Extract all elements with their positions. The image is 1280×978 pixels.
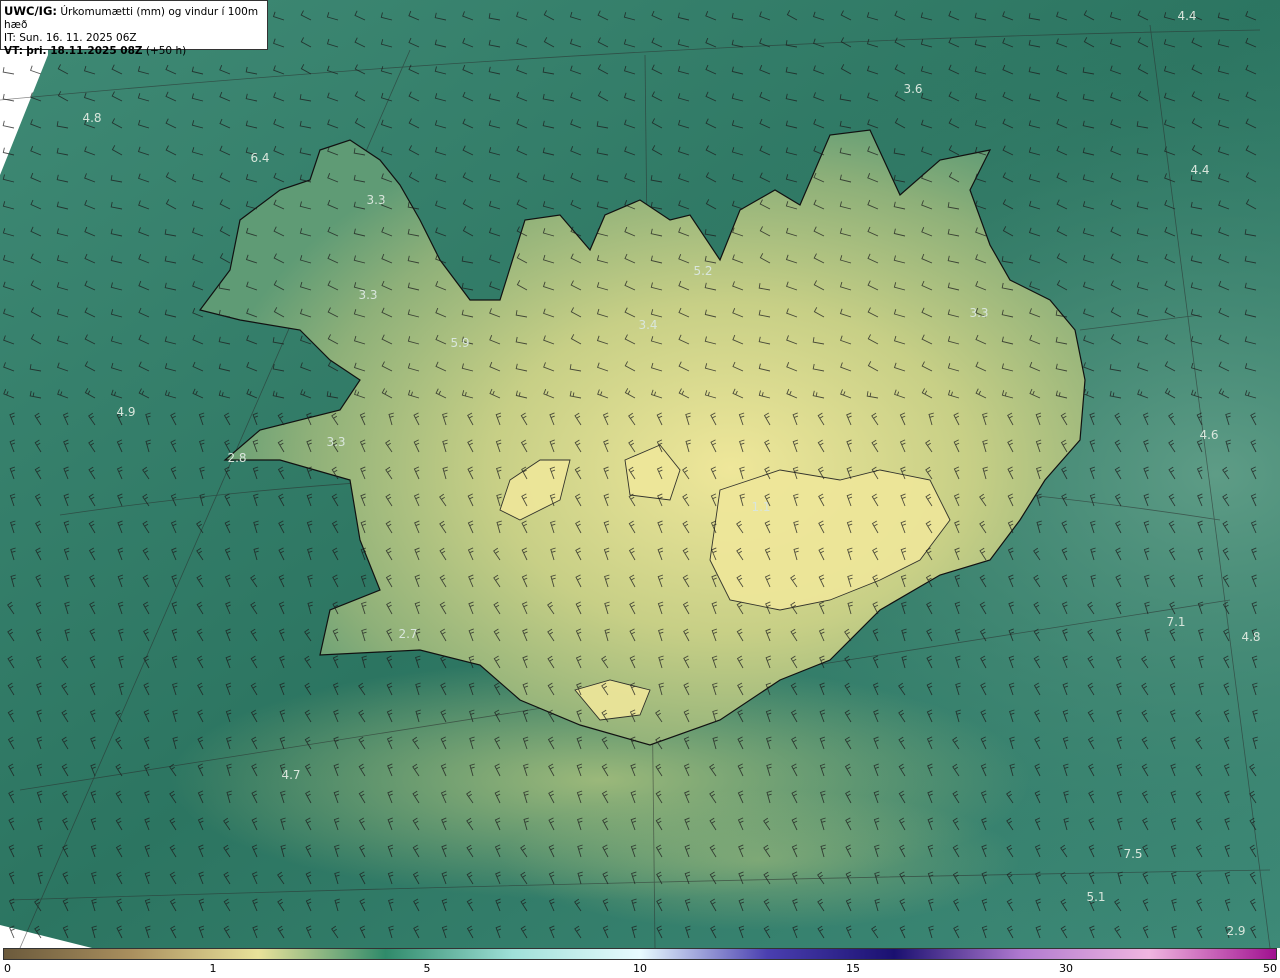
precip-value-label: 7.1 [1166, 615, 1185, 629]
precip-value-label: 2.8 [227, 451, 246, 465]
valid-time: þri. 18.11.2025 08Z [26, 45, 143, 57]
precip-value-label: 2.9 [1226, 924, 1245, 938]
precip-value-label: 7.5 [1123, 847, 1142, 861]
weather-map: 4.4 3.6 4.8 6.4 4.4 3.3 5.2 3.3 3.3 3.4 5.9 4.9 4.6 3… [0, 0, 1280, 948]
precip-value-label: 3.3 [969, 306, 988, 320]
issue-time: IT: Sun. 16. 11. 2025 06Z [4, 32, 137, 44]
tick-10: 10 [633, 962, 647, 975]
precip-value-label: 4.4 [1177, 9, 1196, 23]
colorbar-area: 0 1 5 10 15 30 50 [0, 948, 1280, 978]
tick-30: 30 [1059, 962, 1073, 975]
precip-value-label: 3.3 [366, 193, 385, 207]
precip-value-label: 4.7 [281, 768, 300, 782]
valid-time-prefix: VT: [4, 45, 23, 57]
precip-value-label: 3.3 [358, 288, 377, 302]
tick-1: 1 [209, 962, 217, 975]
precip-value-label: 4.9 [116, 405, 135, 419]
precip-value-label: 3.4 [638, 318, 657, 332]
precip-value-label: 3.6 [903, 82, 922, 96]
tick-50: 50 [1263, 962, 1277, 975]
precip-value-label: 4.8 [82, 111, 101, 125]
precip-value-label: 1.1 [751, 500, 770, 514]
precip-value-label: 4.8 [1241, 630, 1260, 644]
tick-0: 0 [4, 962, 11, 975]
precip-value-label: 5.1 [1086, 890, 1105, 904]
lead-time: (+50 h) [145, 45, 187, 57]
precip-value-label: 5.9 [450, 336, 469, 350]
tick-15: 15 [846, 962, 860, 975]
precip-value-label: 4.6 [1199, 428, 1218, 442]
map-header: UWC/IG: Úrkomumætti (mm) og vindur í 100… [0, 0, 268, 57]
precip-value-label: 3.3 [326, 435, 345, 449]
precip-value-label: 4.4 [1190, 163, 1209, 177]
model-name: UWC/IG: [4, 4, 57, 18]
precip-value-label: 5.2 [693, 264, 712, 278]
tick-5: 5 [423, 962, 431, 975]
precip-value-label: 2.7 [398, 627, 417, 641]
precip-value-label: 6.4 [250, 151, 269, 165]
colorbar [3, 948, 1277, 960]
